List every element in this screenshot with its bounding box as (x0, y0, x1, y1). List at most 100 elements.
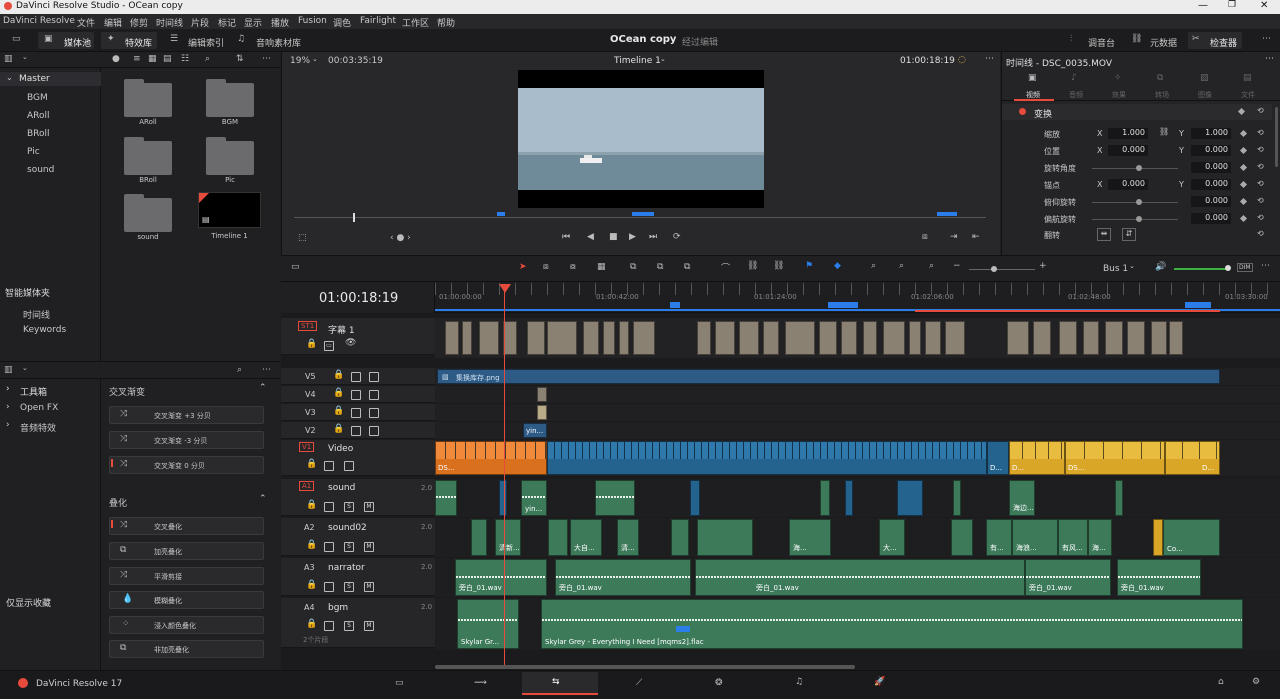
track-id[interactable]: A1 (299, 481, 315, 491)
smart-bin-item[interactable]: Keywords (23, 325, 66, 335)
auto-select-icon[interactable] (351, 390, 361, 400)
track-name[interactable]: sound (328, 483, 355, 493)
subtitle-clip[interactable] (715, 321, 735, 355)
audio-clip[interactable] (671, 519, 689, 556)
search-icon[interactable]: ⌕ (237, 365, 242, 375)
position-y-field[interactable]: 0.000 (1191, 145, 1231, 156)
auto-select-icon[interactable] (324, 621, 334, 631)
slider-handle[interactable] (1136, 216, 1142, 222)
audio-clip[interactable] (1115, 480, 1123, 516)
media-page-icon[interactable]: ▭ (395, 678, 404, 688)
link-icon[interactable]: ⛓ (747, 261, 758, 271)
pointer-icon[interactable]: ➤ (519, 262, 527, 272)
speaker-icon[interactable]: 🔊 (1155, 262, 1166, 272)
chevron-down-icon[interactable]: ⌄ (660, 55, 666, 63)
zoom-in-icon[interactable]: + (1039, 261, 1047, 271)
bin-item[interactable]: BGM (27, 93, 48, 103)
next-edit-icon[interactable]: ⇥ (950, 232, 958, 242)
audio-clip[interactable]: Co... (1163, 519, 1220, 556)
position-x-field[interactable]: 0.000 (1108, 145, 1148, 156)
track-name[interactable]: bgm (328, 603, 348, 613)
audio-clip[interactable]: 有风... (1058, 519, 1088, 556)
zoom-custom-icon[interactable]: ⌕ (899, 261, 904, 271)
lock-icon[interactable]: 🔒 (333, 370, 344, 380)
track-id[interactable]: V3 (305, 408, 316, 417)
slider-handle[interactable] (1136, 165, 1142, 171)
menu-help[interactable]: 帮助 (437, 16, 455, 29)
clip-item-timeline[interactable]: ▤ Timeline 1 (198, 192, 261, 242)
search-icon[interactable]: ⌕ (205, 54, 210, 64)
video-clip[interactable]: DS... (435, 441, 547, 475)
replace-icon[interactable]: ⧉ (684, 262, 690, 272)
skip-end-icon[interactable]: ⏭ (649, 232, 657, 242)
reset-icon[interactable]: ⟲ (1257, 106, 1264, 115)
audio-clip[interactable] (595, 480, 635, 516)
marker-icon[interactable] (1185, 302, 1211, 308)
audio-clip[interactable] (897, 480, 923, 516)
detail-view-icon[interactable]: ☷ (181, 54, 189, 64)
flag-icon[interactable]: ⚑ (805, 261, 813, 271)
subtitle-clip[interactable] (739, 321, 759, 355)
menu-workspace[interactable]: 工作区 (402, 16, 429, 29)
tab-transition[interactable]: ⧉ 转场 (1143, 69, 1183, 101)
audio-clip[interactable]: 旁白_01.wav (1025, 559, 1111, 596)
play-icon[interactable]: ▶ (629, 232, 636, 242)
effects-tree-item[interactable]: Open FX (20, 403, 58, 413)
show-favorites-toggle[interactable]: 仅显示收藏 (6, 596, 51, 609)
lock-icon[interactable]: ⛓ (773, 261, 784, 271)
audio-clip[interactable]: 旁白_01.wav (555, 559, 691, 596)
track-id[interactable]: V5 (305, 372, 316, 381)
lock-icon[interactable]: 🔒 (306, 540, 317, 550)
audio-clip[interactable] (548, 519, 568, 556)
tab-image[interactable]: ▨ 图像 (1186, 69, 1226, 101)
rotation-field[interactable]: 0.000 (1191, 162, 1231, 173)
audio-clip[interactable]: 海... (1088, 519, 1112, 556)
audio-clip[interactable] (697, 519, 753, 556)
timeline-name[interactable]: Timeline 1 (614, 56, 661, 66)
volume-slider[interactable] (1174, 268, 1228, 270)
stop-icon[interactable]: ■ (609, 232, 618, 242)
subtitle-clip[interactable] (925, 321, 941, 355)
lock-icon[interactable]: 🔒 (306, 459, 317, 469)
sort-icon[interactable]: ⇅ (236, 54, 244, 64)
solo-button[interactable]: S (344, 582, 354, 592)
audio-clip[interactable]: 旁白_01.wav (1117, 559, 1201, 596)
more-options-icon[interactable]: ⋯ (985, 54, 994, 64)
tab-effects[interactable]: ✧ 效果 (1100, 69, 1140, 101)
clip-item[interactable]: ARoll (124, 79, 172, 127)
track-name[interactable]: sound02 (328, 523, 367, 533)
scrubber-handle[interactable] (353, 213, 355, 222)
dot-icon[interactable]: ● (112, 54, 120, 64)
track-visible-icon[interactable] (369, 426, 379, 436)
metadata-button[interactable]: ⛓ 元数据 (1128, 32, 1180, 49)
zoom-detail-icon[interactable]: ⌕ (929, 261, 934, 271)
effect-item[interactable]: ⤨ 交叉渐变 0 分贝 (109, 456, 264, 474)
maximize-icon[interactable]: ❐ (1228, 0, 1236, 10)
subtitle-clip[interactable] (547, 321, 577, 355)
subtitle-clip[interactable] (1083, 321, 1099, 355)
subtitle-clip[interactable] (527, 321, 545, 355)
auto-select-icon[interactable] (324, 582, 334, 592)
list-view-icon[interactable]: ≡ (133, 54, 141, 64)
lock-icon[interactable]: 🔒 (306, 500, 317, 510)
effect-item[interactable]: ⤨ 平滑剪接 (109, 567, 264, 585)
effect-item[interactable]: ⧉ 非加亮叠化 (109, 640, 264, 658)
menu-trim[interactable]: 修剪 (130, 16, 148, 29)
reset-icon[interactable]: ⟲ (1257, 196, 1264, 205)
scrubber-bar[interactable] (294, 217, 986, 218)
audio-clip[interactable]: 大... (879, 519, 905, 556)
deliver-page-icon[interactable]: 🚀 (874, 677, 885, 687)
effects-tree-item[interactable]: 工具箱 (20, 385, 47, 398)
audio-clip[interactable]: yin... (521, 480, 547, 516)
reset-icon[interactable]: ⟲ (1257, 145, 1264, 154)
anchor-y-field[interactable]: 0.000 (1191, 179, 1231, 190)
lock-icon[interactable]: 🔒 (306, 580, 317, 590)
transform-section[interactable]: 变换 ⟲ (1002, 104, 1272, 120)
subtitle-clip[interactable] (583, 321, 599, 355)
color-page-icon[interactable]: ❂ (715, 678, 723, 688)
auto-select-icon[interactable] (351, 426, 361, 436)
marker-icon[interactable] (676, 626, 690, 632)
smart-bin-item[interactable]: 时间线 (23, 308, 50, 321)
sound-library-button[interactable]: ♫ 音响素材库 (232, 32, 308, 49)
sidebar-toggle-icon[interactable]: ▥ (4, 365, 13, 375)
